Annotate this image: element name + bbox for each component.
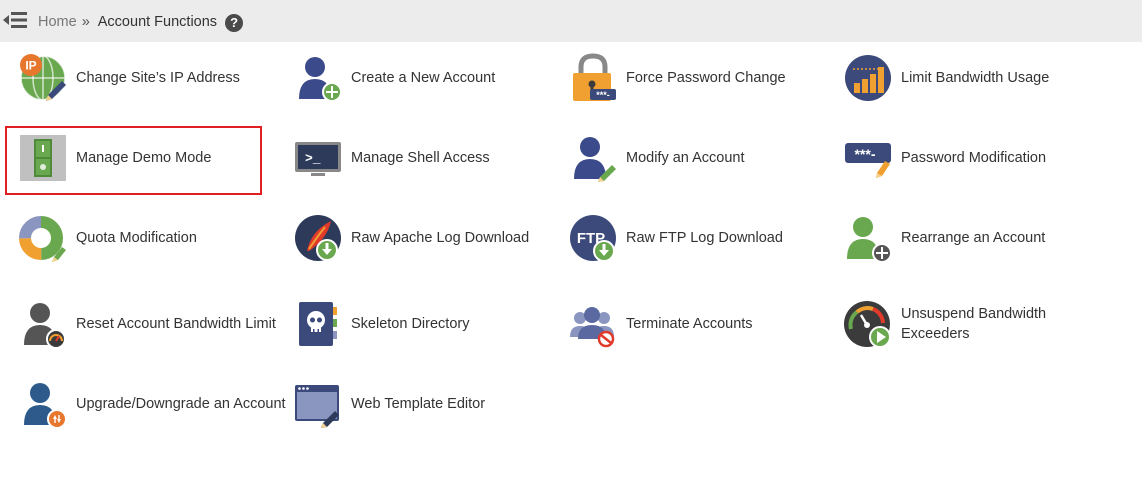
demo-switch-icon (18, 133, 68, 183)
bandwidth-bars-icon (843, 53, 893, 103)
function-label: Manage Shell Access (351, 150, 490, 166)
template-editor-icon (293, 379, 343, 429)
function-rearrange-account[interactable]: Rearrange an Account (843, 210, 1045, 266)
function-unsuspend-bandwidth-exceeders[interactable]: Unsuspend Bandwidth Exceeders (843, 296, 1076, 352)
terminate-users-icon (568, 299, 618, 349)
breadcrumb-separator: » (81, 13, 90, 30)
function-label: Quota Modification (76, 230, 197, 246)
breadcrumb-home-link[interactable]: Home (38, 14, 77, 30)
function-skeleton-directory[interactable]: Skeleton Directory (293, 296, 469, 352)
function-upgrade-downgrade-account[interactable]: Upgrade/Downgrade an Account (18, 376, 286, 432)
function-label: Terminate Accounts (626, 316, 753, 332)
function-manage-shell-access[interactable]: >_ Manage Shell Access (293, 130, 490, 186)
skull-book-icon (293, 299, 343, 349)
function-label: Manage Demo Mode (76, 150, 212, 166)
function-create-new-account[interactable]: Create a New Account (293, 50, 495, 106)
ip-globe-icon: IP (18, 53, 68, 103)
apache-feather-icon (293, 213, 343, 263)
reset-bandwidth-user-icon (18, 299, 68, 349)
padlock-icon: ***- (568, 53, 618, 103)
help-icon[interactable]: ? (225, 14, 244, 32)
function-label: Limit Bandwidth Usage (901, 70, 1050, 86)
edit-user-icon (568, 133, 618, 183)
function-change-ip-address[interactable]: IP Change Site’s IP Address (18, 50, 240, 106)
function-password-modification[interactable]: ***- Password Modification (843, 130, 1046, 186)
shell-prompt-text: >_ (305, 151, 321, 166)
function-force-password-change[interactable]: ***- Force Password Change (568, 50, 786, 106)
function-label: Change Site’s IP Address (76, 70, 240, 86)
function-label: Raw FTP Log Download (626, 230, 783, 246)
top-bar: Home » Account Functions ? (0, 0, 1142, 42)
function-label: Modify an Account (626, 150, 745, 166)
function-manage-demo-mode[interactable]: Manage Demo Mode (18, 130, 211, 186)
function-label: Raw Apache Log Download (351, 230, 530, 246)
function-label: Upgrade/Downgrade an Account (76, 396, 286, 412)
function-label: Web Template Editor (351, 396, 486, 412)
function-limit-bandwidth-usage[interactable]: Limit Bandwidth Usage (843, 50, 1049, 106)
password-field-icon: ***- (843, 133, 893, 183)
function-modify-account[interactable]: Modify an Account (568, 130, 745, 186)
menu-collapse-icon[interactable] (3, 10, 27, 30)
function-quota-modification[interactable]: Quota Modification (18, 210, 197, 266)
function-label: Reset Account Bandwidth Limit (76, 316, 276, 332)
upgrade-user-icon (18, 379, 68, 429)
terminal-icon: >_ (293, 133, 343, 183)
rearrange-user-icon (843, 213, 893, 263)
function-label: Unsuspend Bandwidth Exceeders (901, 306, 1047, 342)
function-label: Create a New Account (351, 70, 496, 86)
ip-badge-text: IP (25, 59, 36, 73)
function-reset-account-bandwidth-limit[interactable]: Reset Account Bandwidth Limit (18, 296, 276, 352)
function-raw-ftp-log-download[interactable]: FTP Raw FTP Log Download (568, 210, 783, 266)
ftp-download-icon: FTP (568, 213, 618, 263)
password-mask-text: ***- (596, 90, 610, 100)
quota-donut-icon (18, 213, 68, 263)
function-terminate-accounts[interactable]: Terminate Accounts (568, 296, 753, 352)
password-mask-text: ***- (854, 146, 875, 162)
breadcrumb: Home » Account Functions ? (38, 11, 244, 32)
add-user-icon (293, 53, 343, 103)
gauge-play-icon (843, 299, 893, 349)
function-label: Force Password Change (626, 70, 786, 86)
function-label: Password Modification (901, 150, 1047, 166)
function-raw-apache-log-download[interactable]: Raw Apache Log Download (293, 210, 529, 266)
function-label: Rearrange an Account (901, 230, 1046, 246)
function-label: Skeleton Directory (351, 316, 470, 332)
page-title: Account Functions (97, 13, 218, 30)
function-web-template-editor[interactable]: Web Template Editor (293, 376, 485, 432)
